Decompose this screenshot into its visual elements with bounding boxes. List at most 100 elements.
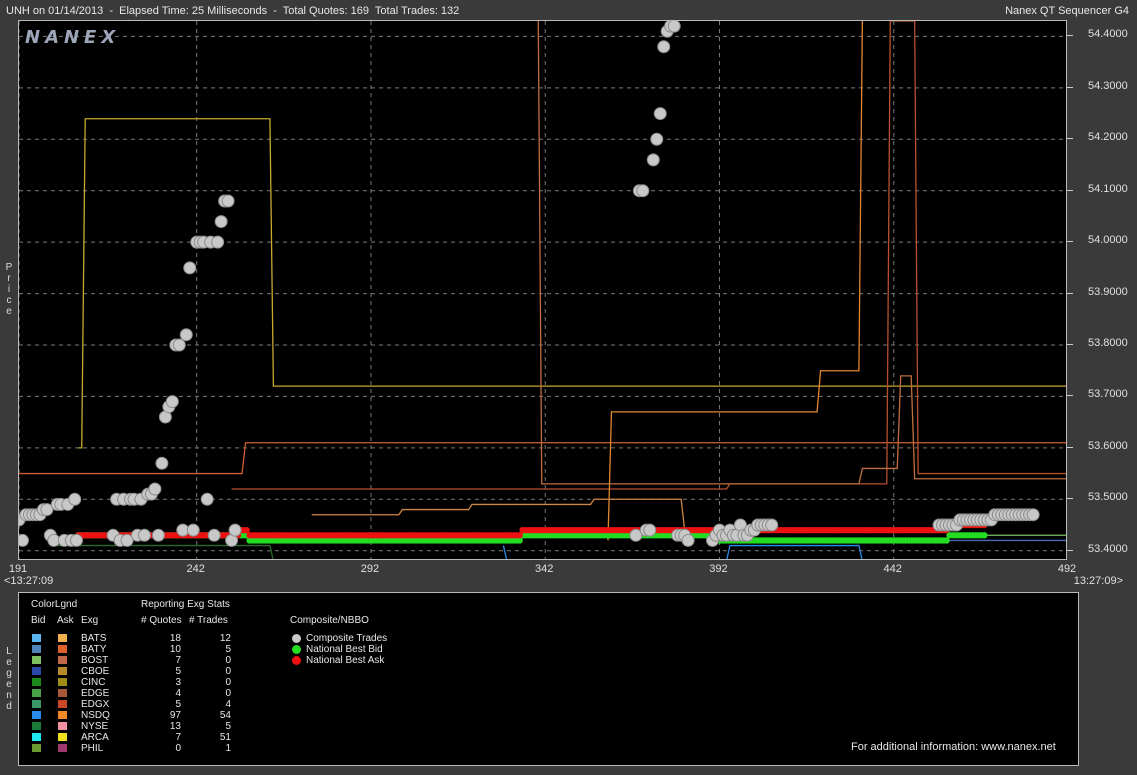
composite-trade-point — [667, 21, 681, 33]
legend-composite-header: Composite/NBBO — [290, 615, 369, 626]
bid-color-swatch — [32, 733, 41, 741]
y-tick-label: 53.8000 — [1088, 337, 1128, 349]
chart-svg — [19, 21, 1066, 559]
y-axis-label: Price — [5, 262, 13, 317]
x-tick-label: 442 — [883, 563, 902, 575]
composite-trade-point — [1026, 508, 1040, 522]
composite-trade-point — [646, 153, 660, 167]
composite-trade-point — [186, 523, 200, 537]
y-tick-label: 54.2000 — [1088, 131, 1128, 144]
y-tick-label: 54.1000 — [1088, 182, 1128, 195]
ask-color-swatch — [58, 634, 67, 642]
ask-color-swatch — [58, 689, 67, 697]
exchange-quote-count: 18 — [169, 633, 181, 644]
legend-bid-header: Bid — [31, 615, 46, 626]
quote-line-nsdq-bid — [502, 544, 863, 559]
composite-label: National Best Ask — [306, 655, 385, 666]
composite-trade-point — [221, 194, 235, 208]
bid-color-swatch — [32, 645, 41, 653]
exchange-quote-count: 7 — [175, 732, 181, 743]
x-tick-label: 392 — [709, 563, 728, 575]
exchange-name: BATY — [81, 644, 107, 655]
x-tick-label: 242 — [186, 563, 205, 575]
exchange-quote-count: 0 — [175, 743, 181, 754]
vertical-label-char: r — [7, 273, 11, 284]
vertical-label-char: P — [5, 262, 13, 273]
y-tick-label: 53.4000 — [1088, 542, 1128, 555]
exchange-name: ARCA — [81, 732, 109, 743]
exchange-name: BATS — [81, 633, 107, 644]
y-tick-mark — [1067, 189, 1073, 191]
composite-trade-point — [148, 482, 162, 496]
legend-trades-header: # Trades — [189, 615, 228, 626]
vertical-label-char: e — [6, 679, 12, 690]
exchange-name: CBOE — [81, 666, 110, 677]
bid-color-swatch — [32, 711, 41, 719]
y-tick-mark — [1067, 35, 1073, 37]
bid-color-swatch — [32, 689, 41, 697]
composite-label: National Best Bid — [306, 644, 383, 655]
composite-trade-point — [228, 523, 242, 537]
composite-label: Composite Trades — [306, 633, 388, 644]
y-tick-label: 54.0000 — [1088, 234, 1128, 247]
composite-trade-point — [653, 107, 667, 121]
exchange-trade-count: 0 — [225, 688, 231, 699]
legend-exg-header: Exg — [81, 615, 99, 626]
y-tick-label: 53.7000 — [1088, 388, 1128, 401]
y-tick-mark — [1067, 86, 1073, 88]
exchange-trade-count: 54 — [219, 710, 231, 721]
y-tick-mark — [1067, 446, 1073, 448]
exchange-name: EDGE — [81, 688, 110, 699]
y-tick-mark — [1067, 549, 1073, 551]
exchange-trade-count: 0 — [225, 677, 231, 688]
composite-trade-point — [179, 328, 193, 342]
ask-color-swatch — [58, 656, 67, 664]
composite-marker-icon — [292, 634, 301, 643]
x-tick-label: 191 — [8, 563, 28, 575]
bid-color-swatch — [32, 678, 41, 686]
y-tick-mark — [1067, 498, 1073, 500]
y-tick-mark — [1067, 292, 1073, 294]
bid-color-swatch — [32, 656, 41, 664]
bid-color-swatch — [32, 700, 41, 708]
exchange-quote-count: 10 — [169, 644, 181, 655]
quote-line-edge-bid — [57, 544, 274, 559]
exchange-quote-count: 97 — [169, 710, 181, 721]
plot-area[interactable]: NANEX — [18, 20, 1067, 560]
composite-trade-point — [207, 528, 221, 542]
x-tick-label: 342 — [535, 563, 554, 575]
vertical-label-char: i — [7, 284, 11, 295]
y-tick-label: 53.9000 — [1088, 285, 1128, 298]
composite-marker-icon — [292, 656, 301, 665]
exchange-name: NSDQ — [81, 710, 110, 721]
exchange-quote-count: 13 — [169, 721, 181, 732]
footer-link[interactable]: For additional information: www.nanex.ne… — [851, 742, 1056, 753]
composite-trade-point — [137, 528, 151, 542]
quote-line-nyse-ask — [311, 498, 686, 531]
vertical-label-char: g — [6, 668, 12, 679]
vertical-label-char: d — [6, 701, 12, 712]
bid-color-swatch — [32, 722, 41, 730]
composite-trade-point — [70, 533, 84, 547]
composite-trade-point — [172, 338, 186, 352]
ask-color-swatch — [58, 645, 67, 653]
exchange-quote-count: 4 — [175, 688, 181, 699]
exchange-name: EDGX — [81, 699, 110, 710]
y-tick-label: 54.3000 — [1088, 79, 1128, 92]
composite-trade-point — [681, 533, 695, 547]
exchange-trade-count: 51 — [219, 732, 231, 743]
legend-color-header: ColorLgnd — [31, 599, 78, 610]
exchange-trade-count: 5 — [225, 644, 231, 655]
app-title: Nanex QT Sequencer G4 — [1005, 5, 1129, 17]
ask-color-swatch — [58, 700, 67, 708]
composite-trade-point — [183, 261, 197, 275]
composite-trade-point — [200, 492, 214, 506]
quote-line-bats-ask — [537, 21, 1066, 485]
exchange-quote-count: 7 — [175, 655, 181, 666]
time-end-label: 13:27:09> — [1073, 575, 1123, 587]
exchange-quote-count: 3 — [175, 677, 181, 688]
legend-panel: ColorLgnd Bid Ask Exg Reporting Exg Stat… — [18, 592, 1079, 766]
composite-trade-point — [650, 132, 664, 146]
composite-trade-point — [68, 492, 82, 506]
vertical-label-char: L — [6, 646, 12, 657]
